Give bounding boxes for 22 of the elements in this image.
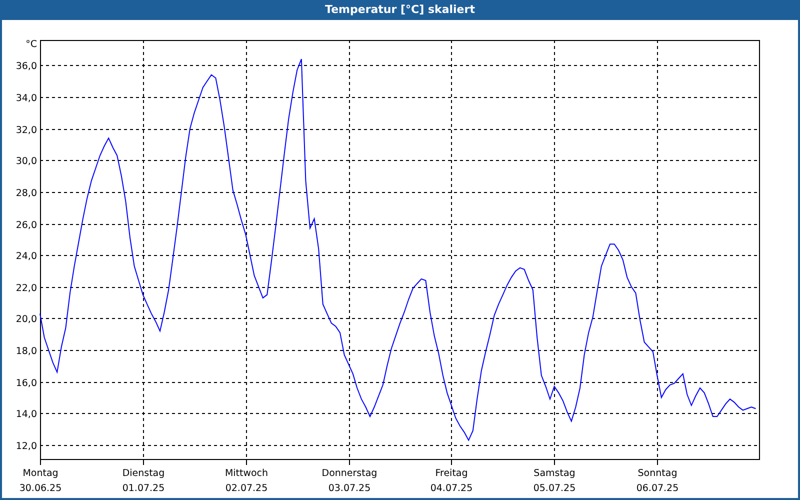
y-tick-label: 20,0	[16, 314, 37, 325]
y-tick-label: 36,0	[16, 61, 37, 72]
y-tick-label: 22,0	[16, 283, 37, 294]
y-tick-label: 34,0	[16, 93, 37, 104]
y-tick-label: 18,0	[16, 346, 37, 357]
x-tick-label: Montag 30.06.25	[19, 468, 62, 494]
y-tick-label: 32,0	[16, 125, 37, 136]
y-tick-label: 24,0	[16, 251, 37, 262]
y-tick-label: 16,0	[16, 378, 37, 389]
y-tick-label: 26,0	[16, 220, 37, 231]
x-tick-label: Mittwoch 02.07.25	[224, 468, 268, 494]
x-tick-label: Samstag 05.07.25	[533, 468, 576, 494]
y-tick-label: 28,0	[16, 188, 37, 199]
x-tick-label: Donnerstag 03.07.25	[322, 468, 378, 494]
x-tick-label: Freitag 04.07.25	[430, 468, 473, 494]
y-axis-unit: °C	[26, 39, 37, 50]
x-tick-label: Dienstag 01.07.25	[122, 468, 165, 494]
y-tick-label: 14,0	[16, 409, 37, 420]
y-tick-label: 12,0	[16, 441, 37, 452]
y-tick-label: 30,0	[16, 156, 37, 167]
x-tick-label: Sonntag 06.07.25	[636, 468, 679, 494]
window-title: Temperatur [°C] skaliert	[325, 2, 475, 18]
